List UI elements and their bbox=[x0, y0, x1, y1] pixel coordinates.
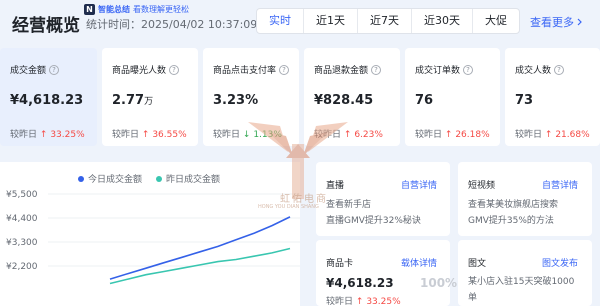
trend-up-icon: ↑ bbox=[544, 130, 553, 140]
trend-up-icon: ↑ bbox=[39, 130, 48, 140]
ai-summary-link[interactable]: 看数理解更轻松 bbox=[133, 4, 189, 15]
panel-desc: 查看某美妆旗舰店搜索 bbox=[468, 200, 559, 210]
trend-up-icon: ↑ bbox=[444, 130, 453, 140]
kpi-compare: 较昨日 ↑ 33.25% bbox=[10, 130, 85, 140]
panel-title: 图文 bbox=[468, 259, 487, 269]
panel-title: 商品卡 bbox=[326, 259, 354, 269]
view-more-label: 查看更多 bbox=[530, 16, 574, 29]
y-tick-label: ¥3,300 bbox=[6, 238, 38, 248]
panel-desc: GMV提升35%的方法 bbox=[468, 216, 554, 226]
kpi-compare: 较昨日 ↑ 21.68% bbox=[515, 130, 590, 140]
help-icon[interactable]: ? bbox=[371, 64, 382, 75]
kpi-change: 33.25% bbox=[50, 130, 85, 140]
y-tick-label: ¥2,200 bbox=[6, 262, 38, 272]
panel-short-video[interactable]: 短视频 自营详情 查看某美妆旗舰店搜索 GMV提升35%的方法 bbox=[458, 162, 592, 236]
kpi-change: 26.18% bbox=[455, 130, 490, 140]
kpi-change: 6.23% bbox=[354, 130, 383, 140]
tab-7-days[interactable]: 近7天 bbox=[358, 9, 412, 33]
header: 经营概览 N 智能总结 看数理解更轻松 统计时间：2025/04/02 10:3… bbox=[0, 0, 600, 44]
help-icon[interactable]: ? bbox=[554, 64, 565, 75]
tab-realtime[interactable]: 实时 bbox=[257, 9, 304, 33]
kpi-label: 成交人数 bbox=[515, 66, 552, 76]
chevron-right-icon bbox=[577, 18, 582, 26]
time-range-tabs: 实时 近1天 近7天 近30天 大促 bbox=[256, 8, 520, 34]
panel-desc: 直播GMV提升32%秘诀 bbox=[326, 216, 421, 226]
kpi-change: 36.55% bbox=[152, 130, 187, 140]
product-card-detail-link[interactable]: 载体详情 bbox=[401, 256, 437, 269]
kpi-card-exposure[interactable]: 商品曝光人数? 2.77万 较昨日 ↑ 36.55% bbox=[102, 48, 198, 146]
tab-30-days[interactable]: 近30天 bbox=[412, 9, 473, 33]
kpi-card-buyers[interactable]: 成交人数? 73 较昨日 ↑ 21.68% bbox=[505, 48, 600, 146]
tab-promotion[interactable]: 大促 bbox=[473, 9, 519, 33]
kpi-card-gmv[interactable]: 成交金额? ¥4,618.23 较昨日 ↑ 33.25% bbox=[0, 48, 97, 146]
kpi-card-orders[interactable]: 成交订单数? 76 较昨日 ↑ 26.18% bbox=[405, 48, 500, 146]
product-card-value: ¥4,618.23 bbox=[326, 276, 394, 290]
view-more-link[interactable]: 查看更多 bbox=[530, 14, 584, 30]
graphic-publish-link[interactable]: 图文发布 bbox=[542, 256, 578, 269]
kpi-compare: 较昨日 ↑ 33.25% bbox=[326, 297, 401, 306]
ai-summary-label: 智能总结 bbox=[98, 4, 130, 14]
kpi-label: 成交金额 bbox=[10, 66, 47, 76]
kpi-label: 成交订单数 bbox=[415, 66, 461, 76]
series-line-today bbox=[109, 216, 291, 280]
watermark-subtext: HONG YOU DIAN SHANG bbox=[258, 204, 319, 210]
trend-up-icon: ↑ bbox=[141, 130, 150, 140]
kpi-change: 21.68% bbox=[555, 130, 590, 140]
tab-1-day[interactable]: 近1天 bbox=[304, 9, 358, 33]
panel-desc: 某小店入驻15天突破1000 bbox=[468, 277, 575, 287]
panel-title: 短视频 bbox=[468, 181, 496, 191]
page-title: 经营概览 bbox=[12, 16, 80, 36]
short-video-detail-link[interactable]: 自营详情 bbox=[542, 178, 578, 191]
product-card-share: 100% bbox=[420, 276, 458, 290]
ai-logo-icon: N bbox=[84, 3, 95, 15]
kpi-value: ¥4,618.23 bbox=[10, 93, 84, 108]
kpi-label: 商品退款金额 bbox=[314, 66, 369, 76]
kpi-value: 76 bbox=[415, 93, 434, 108]
y-tick-label: ¥4,400 bbox=[6, 214, 38, 224]
kpi-change: 33.25% bbox=[366, 297, 401, 306]
kpi-value: 2.77万 bbox=[112, 93, 154, 108]
y-tick-label: ¥5,500 bbox=[6, 190, 38, 200]
panel-desc: 单 bbox=[468, 293, 478, 303]
help-icon[interactable]: ? bbox=[169, 64, 180, 75]
watermark-text: 虹佑电商 bbox=[280, 194, 328, 205]
help-icon[interactable]: ? bbox=[49, 64, 60, 75]
kpi-compare: 较昨日 ↑ 36.55% bbox=[112, 130, 187, 140]
stat-time: 统计时间：2025/04/02 10:37:09 bbox=[86, 18, 258, 31]
ai-summary-badge[interactable]: N 智能总结 看数理解更轻松 bbox=[84, 2, 189, 16]
help-icon[interactable]: ? bbox=[463, 64, 474, 75]
kpi-label: 商品点击支付率 bbox=[213, 66, 277, 76]
live-detail-link[interactable]: 自营详情 bbox=[401, 178, 437, 191]
help-icon[interactable]: ? bbox=[279, 64, 290, 75]
kpi-value: 73 bbox=[515, 93, 534, 108]
panel-graphic[interactable]: 图文 图文发布 某小店入驻15天突破1000 单 bbox=[458, 240, 592, 306]
kpi-label: 商品曝光人数 bbox=[112, 66, 167, 76]
trend-up-icon: ↑ bbox=[355, 297, 364, 306]
panel-product-card[interactable]: 商品卡 载体详情 ¥4,618.23 100% 较昨日 ↑ 33.25% bbox=[316, 240, 457, 306]
kpi-compare: 较昨日 ↑ 26.18% bbox=[415, 130, 490, 140]
